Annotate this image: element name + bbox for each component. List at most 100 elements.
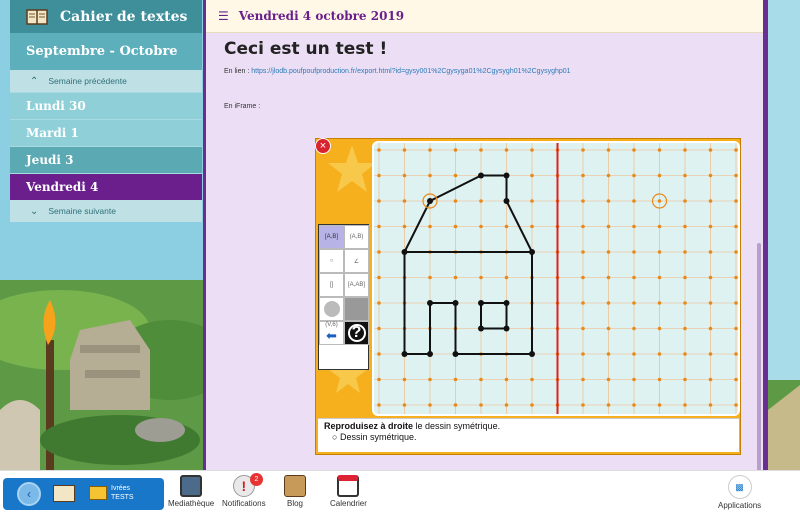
scrollbar[interactable] xyxy=(757,243,761,470)
grid-dot xyxy=(479,148,483,152)
grid-dot xyxy=(402,403,407,407)
grid-dot xyxy=(479,275,483,280)
grid-dot xyxy=(377,224,381,229)
grid-dot xyxy=(632,224,636,229)
drawing-grid[interactable] xyxy=(372,141,740,416)
grid-dot xyxy=(453,403,458,407)
content-area: Ceci est un test ! En lien : https://jlo… xyxy=(206,33,763,470)
grey-circle-icon xyxy=(323,301,340,317)
line-tool-label: (A,B) xyxy=(349,234,364,240)
grid-dot xyxy=(683,301,687,305)
grid-dot xyxy=(657,326,662,331)
grid-dot xyxy=(453,224,458,229)
grid-dot xyxy=(428,173,432,178)
app-blog-label: Blog xyxy=(286,499,303,508)
grid-dot xyxy=(402,224,407,229)
next-week-link[interactable]: ⌄ Semaine suivante xyxy=(10,200,202,222)
sidebar: Cahier de textes Septembre - Octobre ⌃ S… xyxy=(10,0,202,225)
next-week-label: Semaine suivante xyxy=(48,206,116,216)
grid-dot xyxy=(479,224,483,229)
exercise-iframe[interactable]: × [A,B] (A,B) ○ ∠ [] [A,AB] (V,6) ⬅ ? Rep… xyxy=(315,138,741,455)
sidebar-day-mardi[interactable]: Mardi 1 xyxy=(10,119,202,146)
grid-dot xyxy=(632,199,636,203)
undo-tool[interactable]: (V,6) ⬅ xyxy=(319,321,344,345)
grid-dot xyxy=(657,377,662,382)
grid-dot xyxy=(708,199,713,203)
grid-dot xyxy=(453,199,458,203)
chevron-up-icon: ⌃ xyxy=(30,75,39,87)
grid-dot xyxy=(734,173,738,178)
grid-dot xyxy=(734,326,738,331)
menu-icon[interactable]: ☰ xyxy=(218,9,229,23)
angle-tool[interactable]: ∠ xyxy=(344,249,369,273)
bracket-tool[interactable]: [] xyxy=(319,273,344,297)
grid-dot xyxy=(453,275,458,280)
grid-dot xyxy=(504,403,509,407)
close-icon[interactable]: × xyxy=(315,138,331,154)
grid-dot xyxy=(632,173,636,178)
sidebar-day-vendredi[interactable]: Vendredi 4 xyxy=(10,173,202,200)
instruction-rest: le dessin symétrique. xyxy=(413,421,501,431)
notebook-app-icon[interactable] xyxy=(53,485,75,502)
grid-dot xyxy=(632,148,636,152)
radio-icon[interactable]: ○ xyxy=(332,432,337,442)
card-icon[interactable] xyxy=(89,486,107,500)
app-calendrier[interactable]: Calendrier xyxy=(330,475,367,508)
instruction-text: Reproduisez à droite le dessin symétriqu… xyxy=(324,421,733,431)
circle-tool[interactable]: ○ xyxy=(319,249,344,273)
iframe-label: En iFrame : xyxy=(224,103,261,110)
line-tool[interactable]: (A,B) xyxy=(344,225,369,249)
segment-tool-label: [A,B] xyxy=(324,234,338,240)
applications-label: Applications xyxy=(718,501,762,510)
segment-tool[interactable]: [A,B] xyxy=(319,225,344,249)
grid-dot xyxy=(377,377,381,382)
grid-dot xyxy=(428,224,432,229)
grid-dot xyxy=(708,275,713,280)
sidebar-day-lundi[interactable]: Lundi 30 xyxy=(10,92,202,119)
app-group[interactable]: ‹ Ivrées TESTS xyxy=(3,478,164,510)
grey-circle-tool[interactable] xyxy=(319,297,344,321)
app-notifications[interactable]: ! 2 Notifications xyxy=(222,473,266,508)
chevron-left-icon[interactable]: ‹ xyxy=(17,482,41,506)
grid-dot xyxy=(606,224,611,229)
grid-dot xyxy=(632,301,636,305)
previous-week-link[interactable]: ⌃ Semaine précédente xyxy=(10,70,202,92)
help-tool[interactable]: ? xyxy=(344,321,369,345)
grey-square-tool[interactable] xyxy=(344,297,369,321)
grid-dot xyxy=(606,148,611,152)
grid-dot xyxy=(734,352,738,356)
app-mediatheque-label: Mediathèque xyxy=(168,499,215,508)
app-blog[interactable]: Blog xyxy=(284,475,306,508)
grid-dot xyxy=(504,224,509,229)
grid-dot xyxy=(632,326,636,331)
grid-dot xyxy=(683,326,687,331)
grid-canvas xyxy=(374,143,738,414)
grid-dot xyxy=(708,352,713,356)
drawing-vertex xyxy=(478,300,484,306)
calendar-icon xyxy=(337,475,360,497)
drawing-vertex xyxy=(503,325,510,332)
sidebar-day-jeudi[interactable]: Jeudi 3 xyxy=(10,146,202,173)
bracket-tool-label: [] xyxy=(329,282,334,288)
drawing-vertex xyxy=(478,172,484,179)
applications-button[interactable]: ▩ Applications xyxy=(718,475,761,510)
angle-icon: ∠ xyxy=(353,258,360,265)
chevron-down-icon: ⌄ xyxy=(30,205,39,217)
grid-dot xyxy=(734,377,738,382)
house-window xyxy=(480,302,508,330)
app-mediatheque[interactable]: Mediathèque xyxy=(168,475,214,508)
group-label: Ivrées TESTS xyxy=(111,484,134,502)
option-row[interactable]: ○ Dessin symétrique. xyxy=(332,432,733,442)
grid-dot xyxy=(377,352,381,356)
grid-dot xyxy=(708,326,713,331)
grid-dot xyxy=(581,173,585,178)
grid-dot xyxy=(606,199,611,203)
exercise-link[interactable]: https://jlodb.poufpoufproduction.fr/expo… xyxy=(251,68,570,75)
header-bar: ☰ Vendredi 4 octobre 2019 xyxy=(206,0,763,33)
bisector-tool[interactable]: [A,AB] xyxy=(344,273,369,297)
grid-dot xyxy=(657,352,662,356)
grid-dot xyxy=(657,403,662,407)
grid-dot xyxy=(657,301,662,305)
blog-icon xyxy=(284,475,306,497)
grid-dot xyxy=(708,250,713,254)
